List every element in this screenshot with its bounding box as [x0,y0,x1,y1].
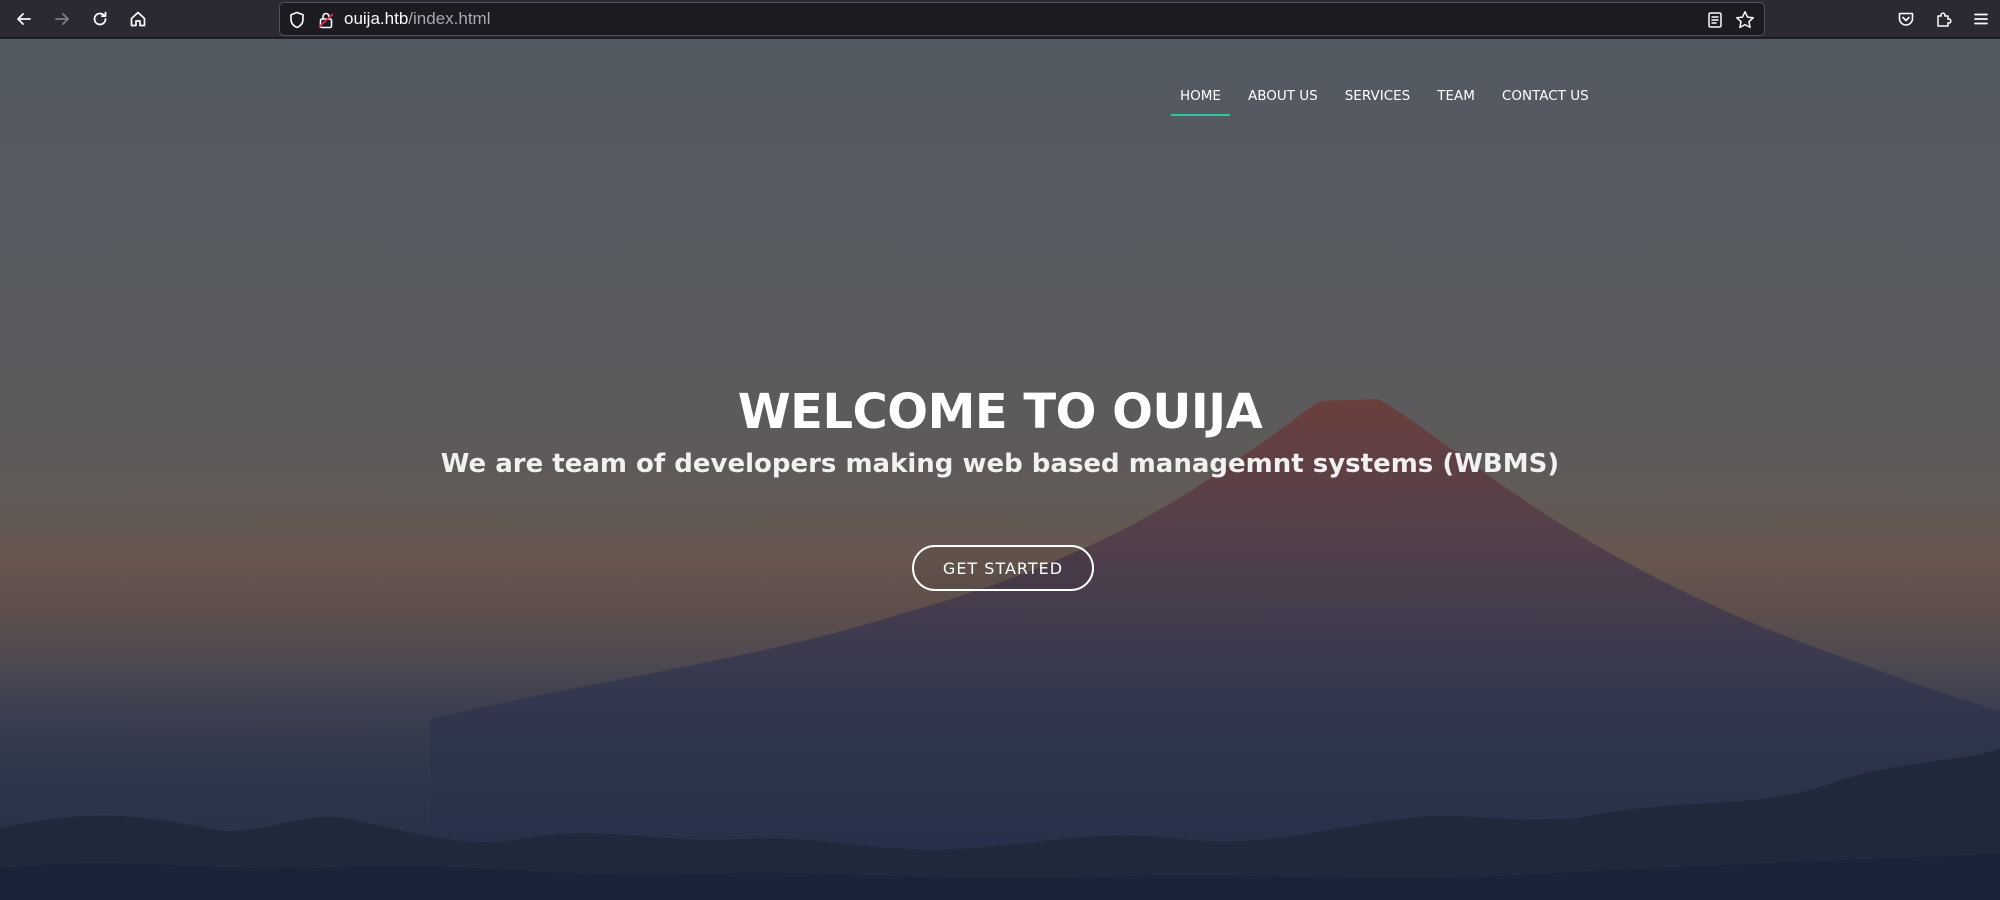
browser-toolbar: ouija.htb/index.html [0,0,2000,38]
back-button[interactable] [9,4,39,34]
extensions-button[interactable] [1929,4,1959,34]
app-menu-button[interactable] [1966,4,1996,34]
page-viewport: HOME ABOUT US SERVICES TEAM CONTACT US W… [0,39,2000,900]
nav-home[interactable]: HOME [1171,78,1230,116]
pocket-button[interactable] [1891,4,1921,34]
home-icon [130,11,146,27]
extensions-icon [1937,12,1952,27]
nav-about-us[interactable]: ABOUT US [1239,78,1327,116]
bookmark-star-icon[interactable] [1734,9,1756,31]
forward-button[interactable] [47,4,77,34]
reader-view-icon[interactable] [1706,10,1724,30]
url-text[interactable]: ouija.htb/index.html [344,9,490,29]
reload-button[interactable] [85,4,115,34]
shield-icon[interactable] [287,10,307,30]
nav-services[interactable]: SERVICES [1336,78,1419,116]
pocket-icon [1898,12,1914,26]
menu-icon [1974,13,1988,25]
site-nav: HOME ABOUT US SERVICES TEAM CONTACT US [1171,78,1607,116]
hero-subtitle: We are team of developers making web bas… [440,449,1560,479]
get-started-button[interactable]: GET STARTED [912,545,1094,591]
url-path: /index.html [408,9,491,28]
reload-icon [93,11,107,26]
lock-icon[interactable] [316,10,336,30]
url-host: ouija.htb [344,9,409,28]
hero-title: WELCOME TO OUIJA [737,384,1263,440]
back-icon [17,13,31,25]
home-button[interactable] [123,4,153,34]
url-bar[interactable]: ouija.htb/index.html [279,2,1765,36]
nav-team[interactable]: TEAM [1428,78,1484,116]
nav-contact-us[interactable]: CONTACT US [1493,78,1598,116]
forward-icon [55,13,69,25]
